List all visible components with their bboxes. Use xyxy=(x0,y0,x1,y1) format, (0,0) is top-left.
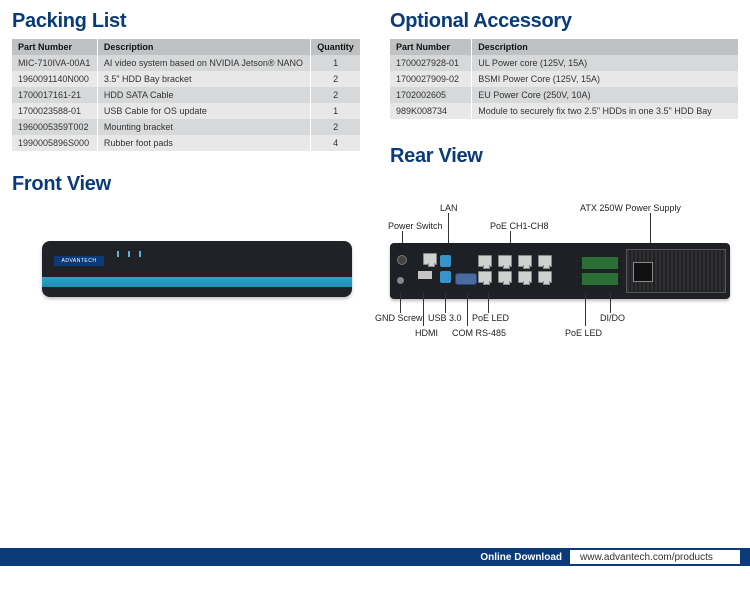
com-port-icon xyxy=(455,273,477,285)
cell-pn: 1700027909-02 xyxy=(390,71,472,87)
advantech-logo: ADVANTECH xyxy=(54,256,104,266)
cell-pn: 989K008734 xyxy=(390,103,472,119)
cell-desc: 3.5" HDD Bay bracket xyxy=(97,71,310,87)
device-rear-image xyxy=(390,243,730,299)
table-row: 1960091140N000 3.5" HDD Bay bracket 2 xyxy=(12,71,360,87)
footer-label: Online Download xyxy=(472,552,570,563)
cell-qty: 1 xyxy=(311,55,360,71)
poe-port-icon xyxy=(478,255,492,267)
cell-desc: EU Power Core (250V, 10A) xyxy=(472,87,738,103)
front-accent-strip xyxy=(42,277,352,287)
label-usb: USB 3.0 xyxy=(428,313,462,323)
lan-port-icon xyxy=(423,253,437,265)
label-dio: DI/DO xyxy=(600,313,625,323)
device-front-image: ADVANTECH xyxy=(42,241,352,297)
table-row: 1702002605 EU Power Core (250V, 10A) xyxy=(390,87,738,103)
col-quantity: Quantity xyxy=(311,39,360,55)
packing-list-table: Part Number Description Quantity MIC-710… xyxy=(12,39,360,151)
table-row: 1700027909-02 BSMI Power Core (125V, 15A… xyxy=(390,71,738,87)
cell-desc: BSMI Power Core (125V, 15A) xyxy=(472,71,738,87)
dio-connector-icon xyxy=(582,257,618,269)
cell-pn: 1702002605 xyxy=(390,87,472,103)
poe-port-icon xyxy=(498,255,512,267)
cell-desc: HDD SATA Cable xyxy=(97,87,310,103)
cell-desc: UL Power core (125V, 15A) xyxy=(472,55,738,71)
power-led-icon xyxy=(117,251,119,257)
front-view-heading: Front View xyxy=(12,173,360,196)
cell-desc: AI video system based on NVIDIA Jetson® … xyxy=(97,55,310,71)
cell-qty: 2 xyxy=(311,87,360,103)
cell-pn: 1700023588-01 xyxy=(12,103,97,119)
table-row: 1960005359T002 Mounting bracket 2 xyxy=(12,119,360,135)
cell-desc: USB Cable for OS update xyxy=(97,103,310,119)
packing-list-heading: Packing List xyxy=(12,10,360,33)
ground-screw-icon xyxy=(397,277,404,284)
col-description: Description xyxy=(97,39,310,55)
poe-port-icon xyxy=(538,255,552,267)
power-button-icon xyxy=(397,255,407,265)
label-atx: ATX 250W Power Supply xyxy=(580,203,681,213)
label-lan: LAN xyxy=(440,203,458,213)
cell-pn: 1700017161-21 xyxy=(12,87,97,103)
label-hdmi: HDMI xyxy=(415,328,438,338)
optional-accessory-heading: Optional Accessory xyxy=(390,10,738,33)
cell-desc: Mounting bracket xyxy=(97,119,310,135)
label-com: COM RS-485 xyxy=(452,328,506,338)
cell-pn: 1990005896S000 xyxy=(12,135,97,151)
psu-icon xyxy=(626,249,726,293)
footer-bar: Online Download www.advantech.com/produc… xyxy=(0,548,750,566)
table-row: 989K008734 Module to securely fix two 2.… xyxy=(390,103,738,119)
lan-led-icon xyxy=(128,251,130,257)
col-part-number: Part Number xyxy=(390,39,472,55)
table-row: 1700023588-01 USB Cable for OS update 1 xyxy=(12,103,360,119)
poe-port-icon xyxy=(478,271,492,283)
cell-qty: 4 xyxy=(311,135,360,151)
usb-port-icon xyxy=(440,271,451,283)
cell-qty: 1 xyxy=(311,103,360,119)
cell-desc: Rubber foot pads xyxy=(97,135,310,151)
cell-desc: Module to securely fix two 2.5" HDDs in … xyxy=(472,103,738,119)
table-row: 1700027928-01 UL Power core (125V, 15A) xyxy=(390,55,738,71)
dio-connector-icon xyxy=(582,273,618,285)
cell-pn: 1960091140N000 xyxy=(12,71,97,87)
table-row: 1700017161-21 HDD SATA Cable 2 xyxy=(12,87,360,103)
label-power-switch: Power Switch xyxy=(388,221,443,231)
hdd-led-icon xyxy=(139,251,141,257)
table-row: 1990005896S000 Rubber foot pads 4 xyxy=(12,135,360,151)
poe-ports-bank xyxy=(478,255,556,285)
cell-pn: 1700027928-01 xyxy=(390,55,472,71)
poe-port-icon xyxy=(538,271,552,283)
poe-port-icon xyxy=(518,271,532,283)
col-part-number: Part Number xyxy=(12,39,97,55)
rear-view-heading: Rear View xyxy=(390,145,483,168)
cell-pn: 1960005359T002 xyxy=(12,119,97,135)
footer-url: www.advantech.com/products xyxy=(570,550,740,564)
cell-qty: 2 xyxy=(311,119,360,135)
hdmi-port-icon xyxy=(418,271,432,279)
poe-port-icon xyxy=(498,271,512,283)
table-row: MIC-710IVA-00A1 AI video system based on… xyxy=(12,55,360,71)
col-description: Description xyxy=(472,39,738,55)
usb-port-icon xyxy=(440,255,451,267)
poe-port-icon xyxy=(518,255,532,267)
label-gnd-screw: GND Screw xyxy=(375,313,423,323)
cell-qty: 2 xyxy=(311,71,360,87)
label-poe-ch: PoE CH1-CH8 xyxy=(490,221,549,231)
cell-pn: MIC-710IVA-00A1 xyxy=(12,55,97,71)
label-poe-led-2: PoE LED xyxy=(565,328,602,338)
label-poe-led: PoE LED xyxy=(472,313,509,323)
optional-accessory-table: Part Number Description 1700027928-01 UL… xyxy=(390,39,738,119)
